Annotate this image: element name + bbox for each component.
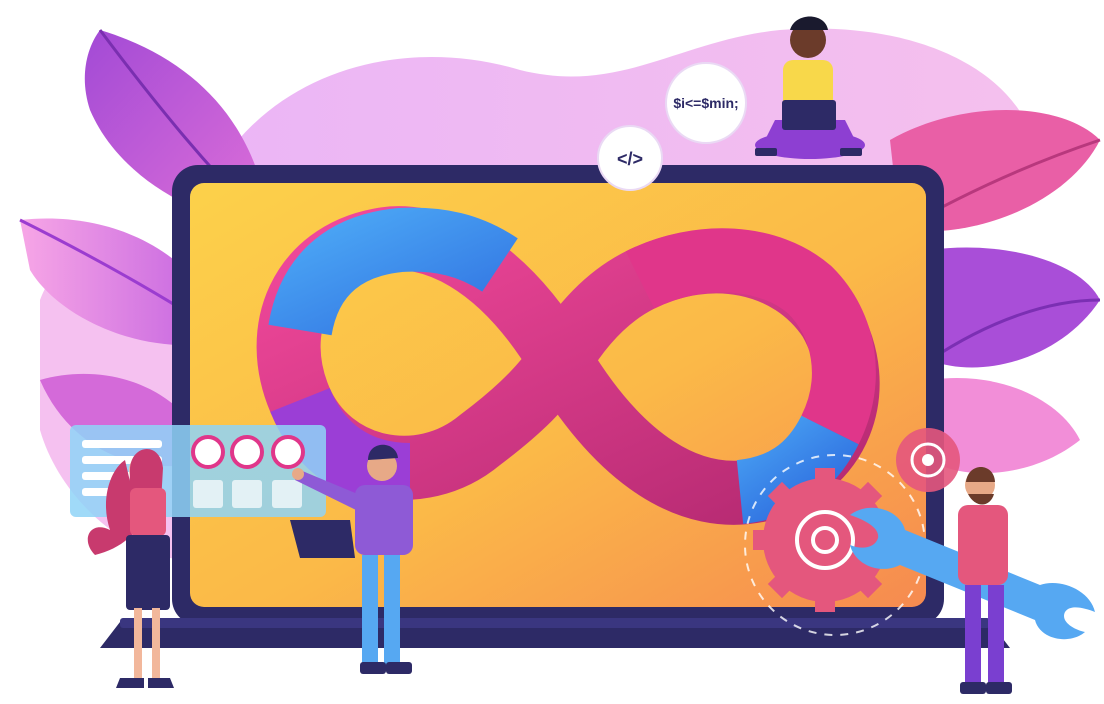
gear-icon (896, 428, 960, 492)
man-with-wrench (958, 467, 1012, 694)
devops-illustration: </> $i<=$min; (0, 0, 1104, 699)
code-tag-bubble: </> (597, 125, 663, 191)
code-tag-text: </> (617, 149, 643, 169)
php-snippet-bubble: $i<=$min; (665, 62, 747, 144)
laptop-icon (290, 520, 355, 558)
php-snippet-text: $i<=$min; (673, 95, 738, 111)
leaf-right-mid (929, 247, 1101, 368)
laptop-icon (782, 100, 836, 130)
